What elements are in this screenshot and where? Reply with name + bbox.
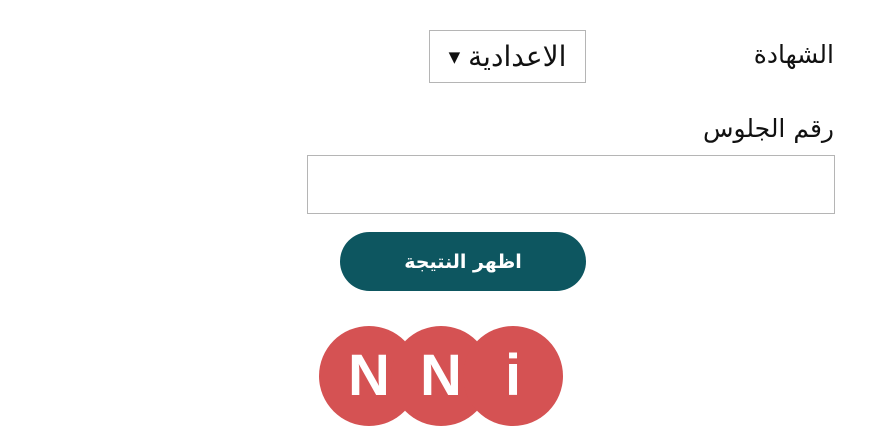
logo-circle-3: i xyxy=(463,326,563,426)
seat-number-input[interactable] xyxy=(307,155,835,214)
nni-logo: N N i xyxy=(319,326,563,426)
certificate-select[interactable]: الاعدادية ▼ xyxy=(429,30,586,83)
seat-number-label: رقم الجلوس xyxy=(702,114,834,143)
certificate-selected-value: الاعدادية xyxy=(468,40,567,73)
certificate-label: الشهادة xyxy=(753,40,834,69)
dropdown-caret-icon: ▼ xyxy=(448,47,461,66)
show-result-button[interactable]: اظهر النتيجة xyxy=(340,232,586,291)
result-form-page: الشهادة الاعدادية ▼ رقم الجلوس اظهر النت… xyxy=(0,0,870,439)
